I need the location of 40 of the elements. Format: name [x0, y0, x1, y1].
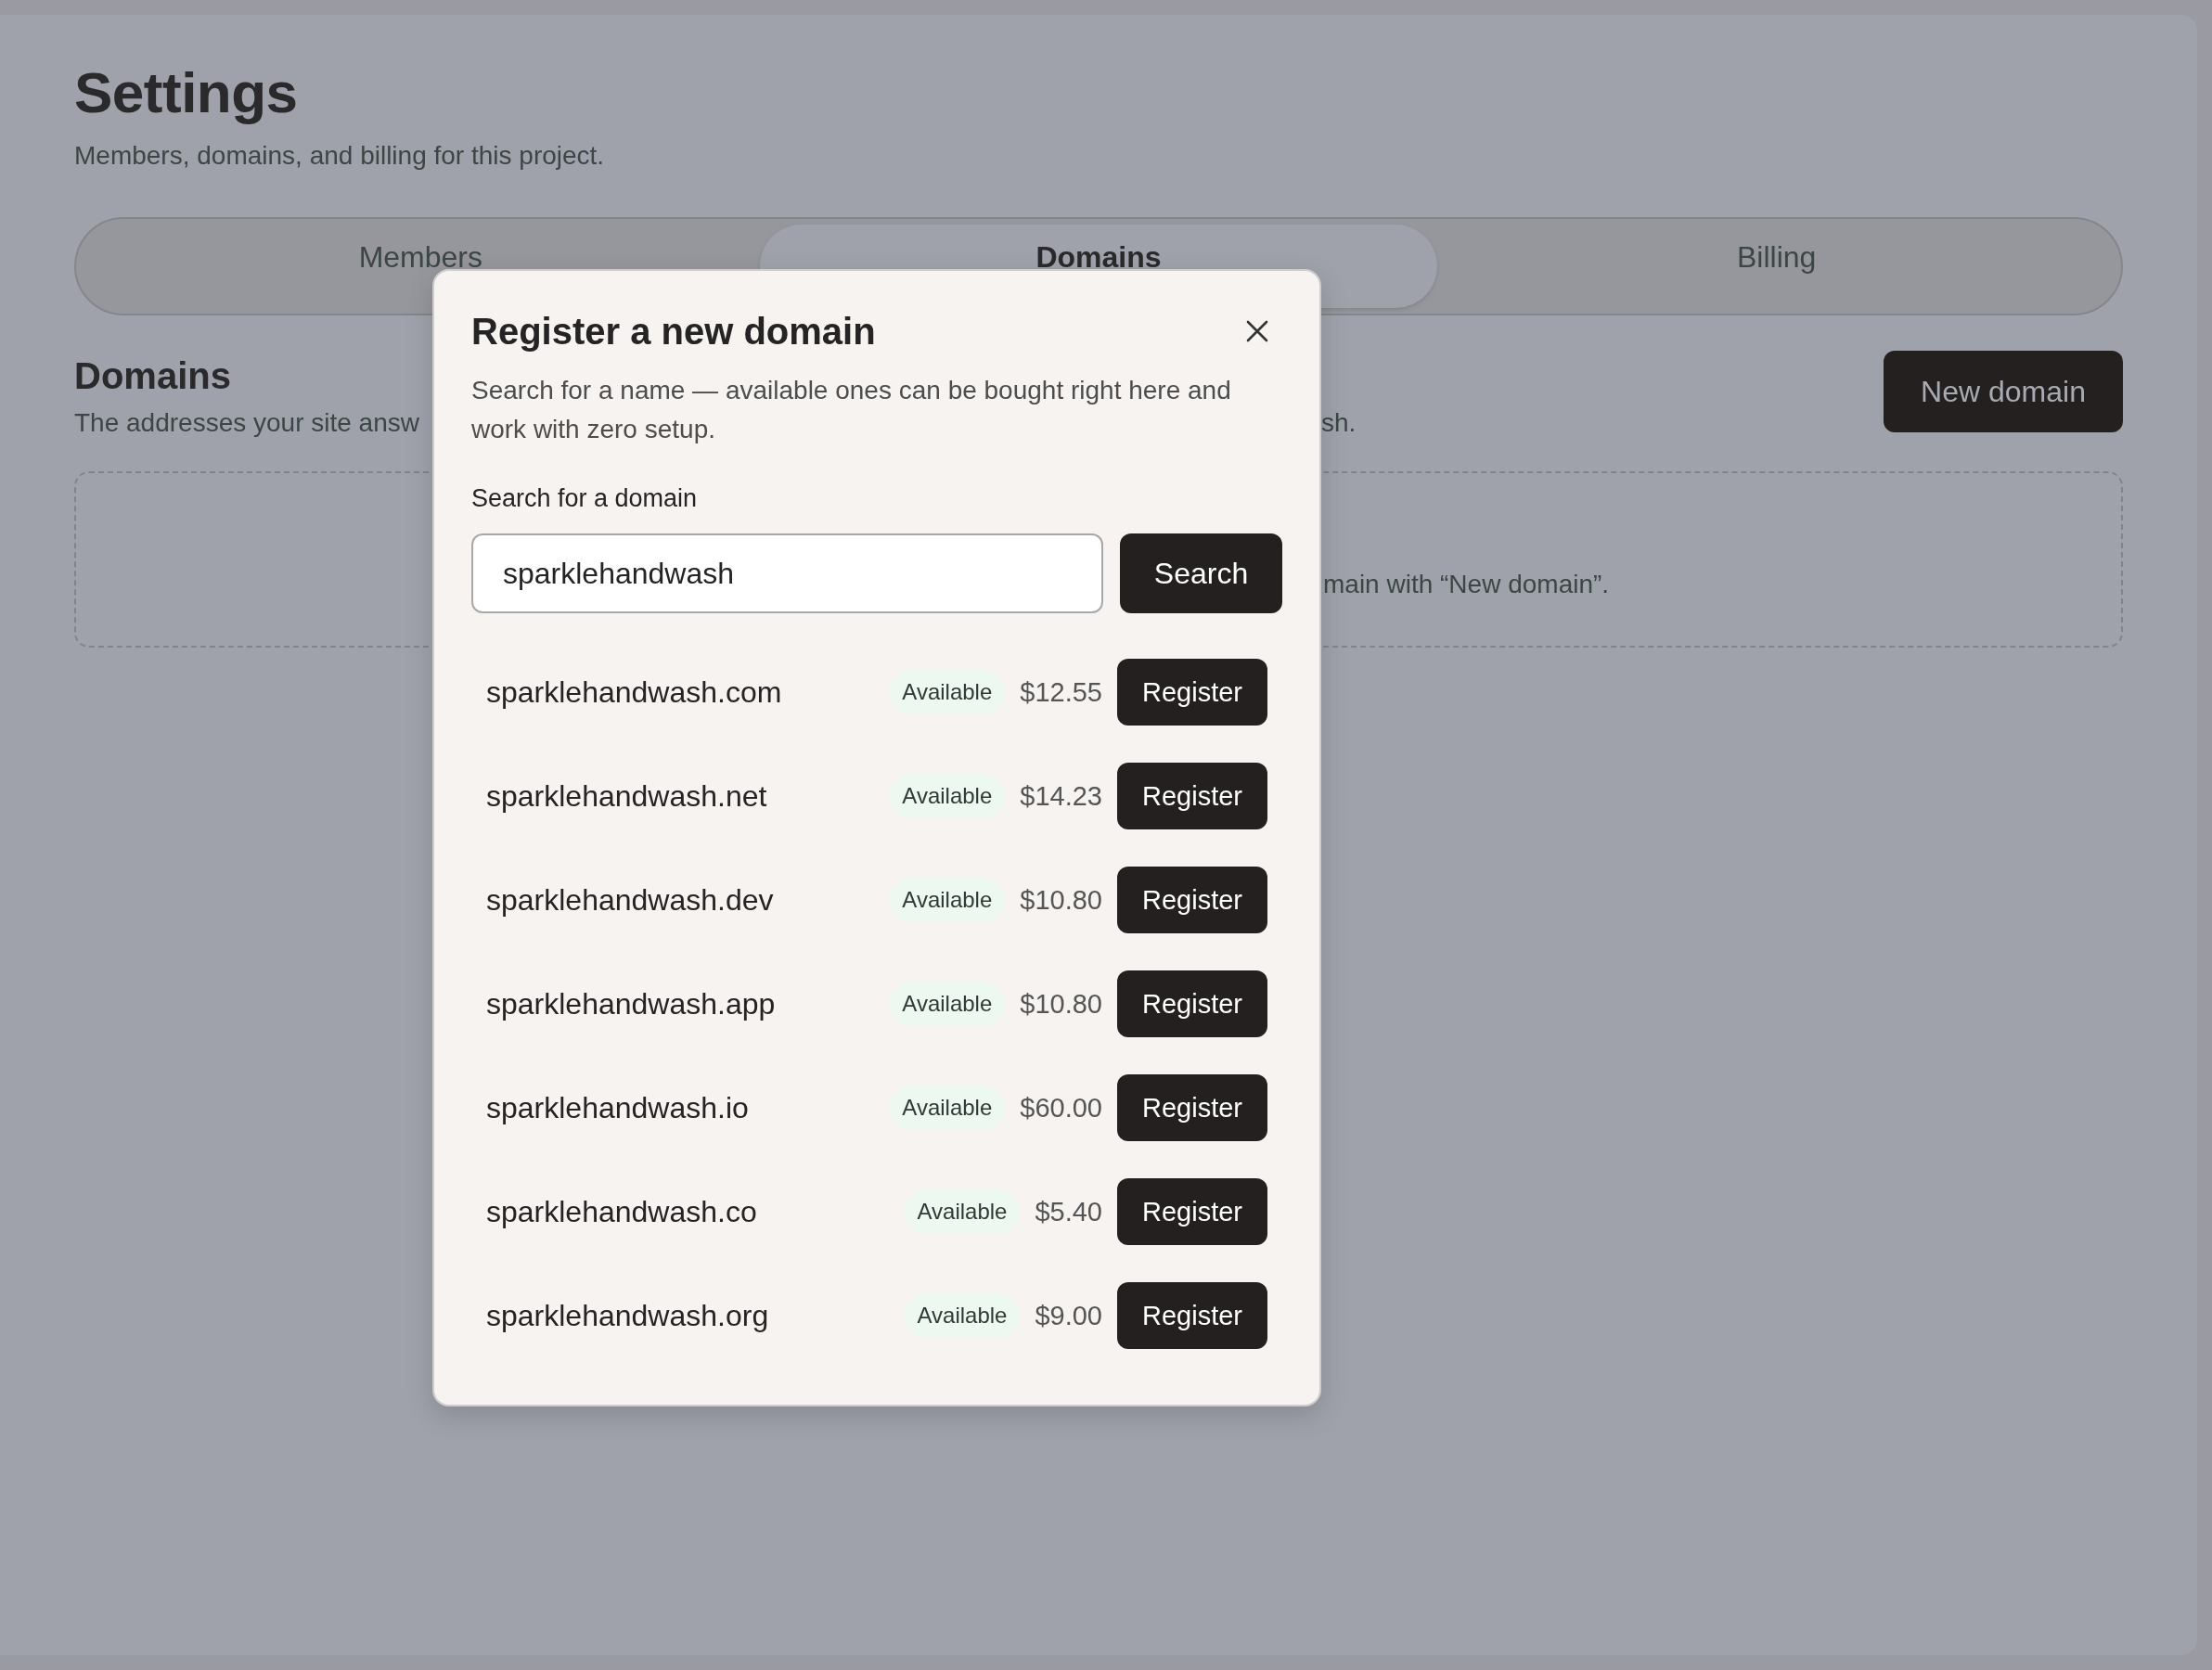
- availability-badge: Available: [889, 670, 1006, 714]
- register-button[interactable]: Register: [1117, 1178, 1267, 1245]
- domain-name: sparklehandwash.app: [486, 986, 777, 1021]
- domain-price: $5.40: [1035, 1196, 1102, 1227]
- availability-badge: Available: [889, 982, 1006, 1026]
- availability-badge: Available: [889, 774, 1006, 818]
- availability-badge: Available: [904, 1293, 1021, 1338]
- section-description: The addresses your site answ: [74, 407, 419, 439]
- empty-state-text: main with “New domain”.: [1323, 570, 1610, 599]
- section-title: Domains: [74, 354, 231, 398]
- availability-badge: Available: [889, 878, 1006, 922]
- search-label: Search for a domain: [471, 483, 699, 514]
- domain-name: sparklehandwash.io: [486, 1090, 750, 1125]
- domain-name: sparklehandwash.net: [486, 778, 768, 814]
- search-field[interactable]: sparklehandwash: [471, 533, 1103, 613]
- domain-name: sparklehandwash.org: [486, 1298, 770, 1333]
- new-domain-button[interactable]: New domain: [1884, 351, 2123, 432]
- register-button[interactable]: Register: [1117, 659, 1267, 726]
- domain-price: $60.00: [1020, 1092, 1102, 1124]
- page-subtitle: Members, domains, and billing for this project.: [74, 140, 606, 172]
- dialog-title: Register a new domain: [471, 310, 876, 353]
- domain-name: sparklehandwash.co: [486, 1194, 758, 1229]
- domain-price: $9.00: [1035, 1300, 1102, 1331]
- availability-badge: Available: [889, 1086, 1006, 1130]
- domain-price: $10.80: [1020, 988, 1102, 1020]
- register-button[interactable]: Register: [1117, 970, 1267, 1037]
- section-description: sh.: [1321, 407, 1357, 439]
- dialog-description: Search for a name — available ones can be bought right here and work with zero setup.: [471, 375, 1232, 445]
- register-button[interactable]: Register: [1117, 1074, 1267, 1141]
- page-title: Settings: [74, 59, 299, 126]
- register-button[interactable]: Register: [1117, 763, 1267, 829]
- domain-price: $10.80: [1020, 884, 1102, 916]
- domain-name: sparklehandwash.dev: [486, 882, 775, 918]
- register-button[interactable]: Register: [1117, 1282, 1267, 1349]
- availability-badge: Available: [904, 1189, 1021, 1234]
- domain-price: $12.55: [1020, 676, 1102, 708]
- register-button[interactable]: Register: [1117, 867, 1267, 933]
- domain-name: sparklehandwash.com: [486, 674, 783, 710]
- domain-price: $14.23: [1020, 780, 1102, 812]
- search-button[interactable]: Search: [1120, 533, 1282, 613]
